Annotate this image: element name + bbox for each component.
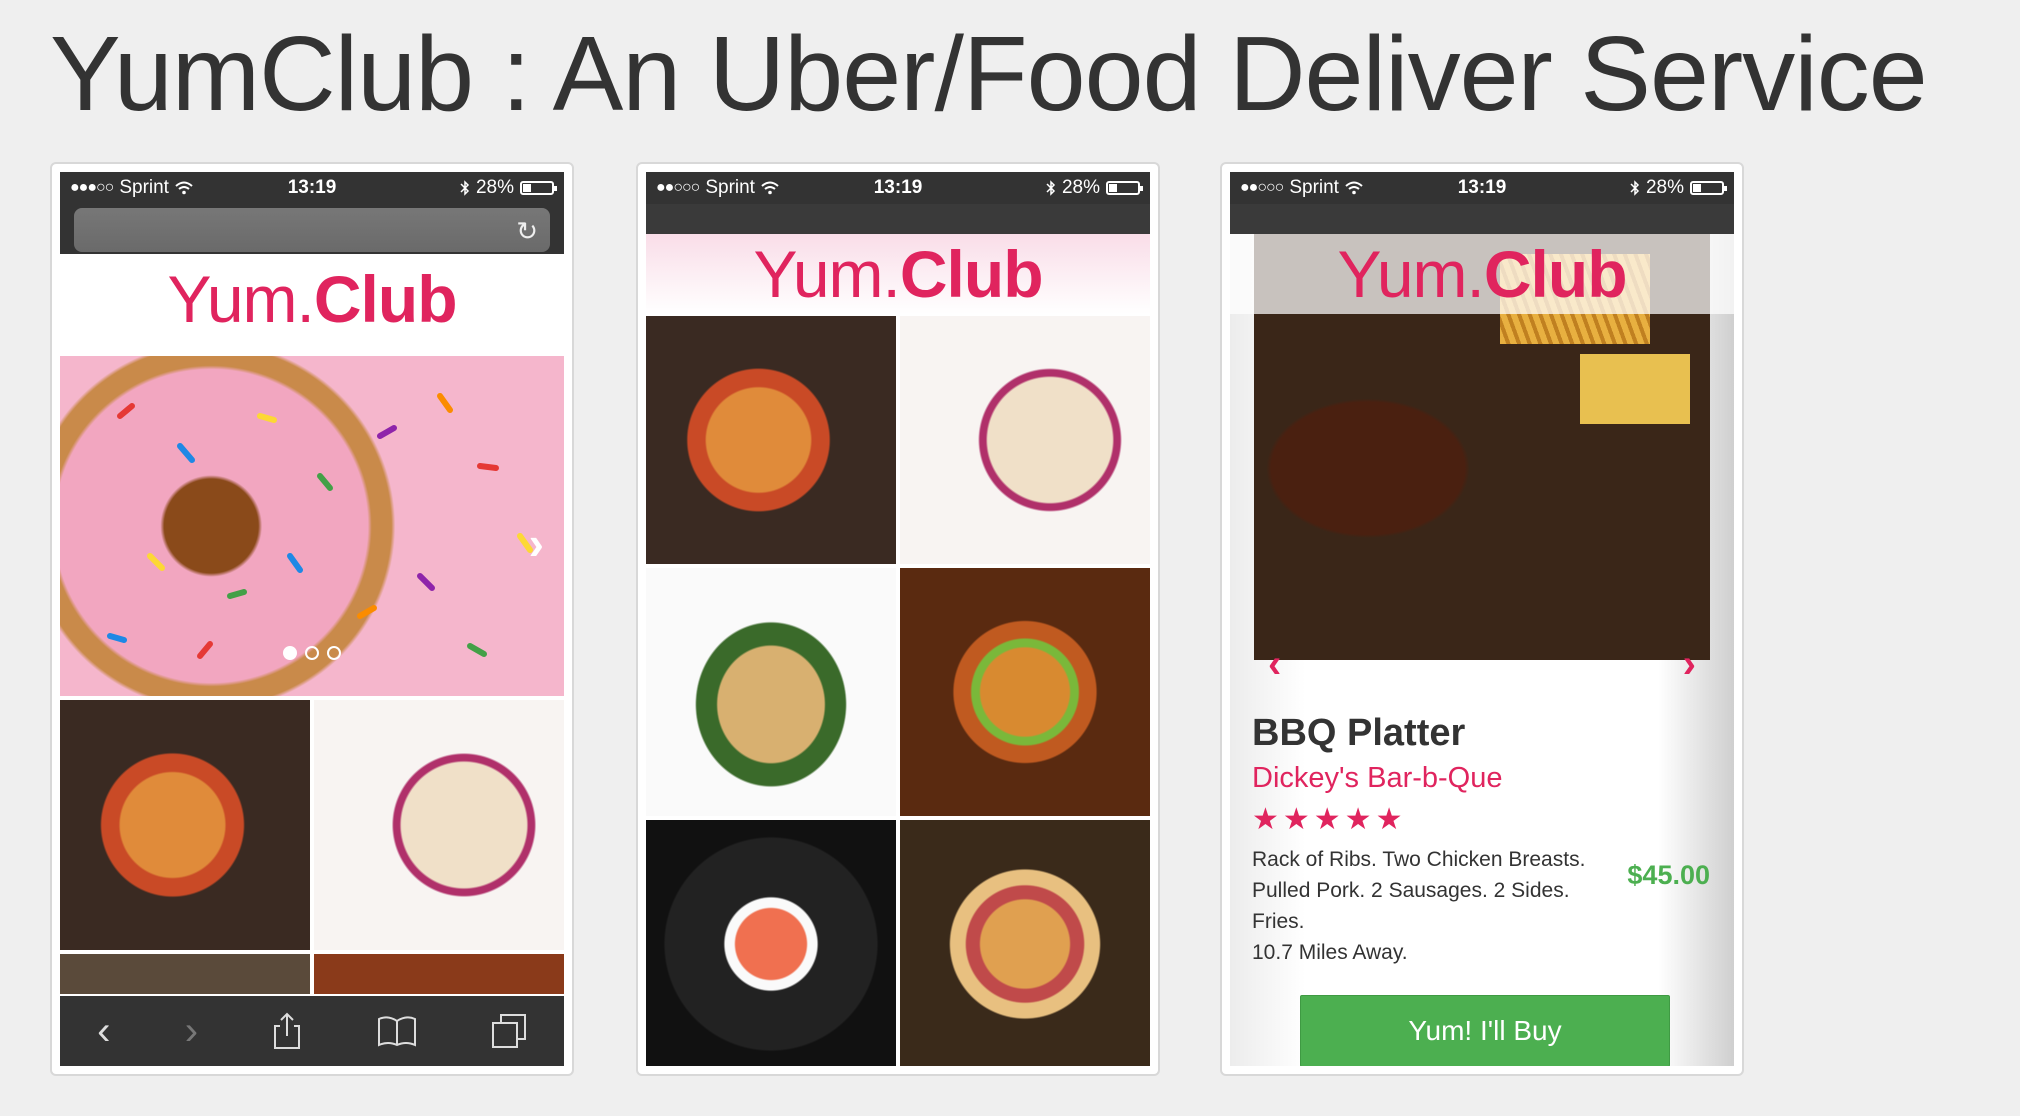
signal-strength: ●●○○○ — [1240, 179, 1284, 196]
product-description: Rack of Ribs. Two Chicken Breasts. Pulle… — [1252, 844, 1585, 968]
sprinkles — [107, 393, 533, 659]
food-tile-partial — [60, 954, 310, 994]
description-line: 10.7 Miles Away. — [1252, 941, 1408, 964]
wifi-icon — [1345, 181, 1363, 195]
bluetooth-icon — [1630, 180, 1640, 196]
carrier: Sprint — [119, 177, 169, 198]
food-tile-burger[interactable] — [900, 568, 1150, 816]
chevron-right-icon[interactable]: › — [1683, 642, 1696, 687]
logo-bold: Club — [1483, 237, 1628, 311]
logo-light: Yum. — [753, 237, 900, 311]
chevron-left-icon[interactable]: ‹ — [1268, 642, 1281, 687]
phone-browser-home: ●●●○○ Sprint 13:19 28% ↻ Yum.Club › ‹ › — [50, 162, 574, 1076]
description-line: Pulled Pork. 2 Sausages. 2 Sides. — [1252, 879, 1570, 902]
forward-icon[interactable]: › — [185, 1009, 198, 1054]
food-tile-pizza[interactable] — [60, 700, 310, 950]
reload-icon[interactable]: ↻ — [516, 216, 538, 247]
screen: ●●○○○ Sprint 13:19 28% Yum.Club — [646, 172, 1150, 1066]
cornbread — [1580, 354, 1690, 424]
price: $45.00 — [1627, 860, 1710, 890]
product-name: BBQ Platter — [1252, 712, 1466, 754]
logo-bold: Club — [899, 237, 1044, 311]
carousel-dot[interactable] — [283, 646, 297, 660]
food-tile-crepes[interactable] — [314, 700, 564, 950]
bluetooth-icon — [460, 180, 470, 196]
header-bar — [1230, 204, 1734, 234]
food-tile-partial — [314, 954, 564, 994]
carousel-dot[interactable] — [305, 646, 319, 660]
header-bar — [646, 204, 1150, 234]
yumclub-logo: Yum.Club — [1230, 234, 1734, 314]
wifi-icon — [761, 181, 779, 195]
signal-strength: ●●●○○ — [70, 179, 114, 196]
restaurant-name[interactable]: Dickey's Bar-b-Que — [1252, 762, 1503, 795]
screen: ●●●○○ Sprint 13:19 28% ↻ Yum.Club › ‹ › — [60, 172, 564, 1066]
status-bar: ●●○○○ Sprint 13:19 28% — [646, 172, 1150, 204]
status-bar: ●●●○○ Sprint 13:19 28% — [60, 172, 564, 204]
bluetooth-icon — [1046, 180, 1056, 196]
share-icon[interactable] — [272, 1012, 302, 1050]
battery-percent: 28% — [1645, 177, 1684, 198]
carrier: Sprint — [705, 177, 755, 198]
wifi-icon — [175, 181, 193, 195]
clock: 13:19 — [873, 177, 923, 198]
buy-button[interactable]: Yum! I'll Buy — [1300, 995, 1670, 1066]
back-icon[interactable]: ‹ — [97, 1009, 110, 1054]
screen: ●●○○○ Sprint 13:19 28% Yum.Club ‹ › BBQ … — [1230, 172, 1734, 1066]
browser-chrome: ↻ — [60, 204, 564, 254]
clock: 13:19 — [1457, 177, 1507, 198]
url-bar[interactable]: ↻ — [74, 208, 550, 252]
description-line: Rack of Ribs. Two Chicken Breasts. — [1252, 848, 1586, 871]
battery-percent: 28% — [1061, 177, 1100, 198]
hero-image-donuts[interactable]: › — [60, 356, 564, 696]
clock: 13:19 — [287, 177, 337, 198]
safari-toolbar: ‹ › — [60, 996, 564, 1066]
description-line: Fries. — [1252, 910, 1305, 933]
phone-product-detail: ●●○○○ Sprint 13:19 28% Yum.Club ‹ › BBQ … — [1220, 162, 1744, 1076]
status-bar: ●●○○○ Sprint 13:19 28% — [1230, 172, 1734, 204]
logo-bold: Club — [313, 262, 458, 336]
logo-light: Yum. — [1337, 237, 1484, 311]
battery-percent: 28% — [475, 177, 514, 198]
carousel-dots — [283, 646, 341, 660]
battery-icon — [1690, 181, 1727, 195]
tabs-icon[interactable] — [491, 1013, 527, 1049]
yumclub-logo: Yum.Club — [60, 266, 564, 344]
chevron-right-icon[interactable]: › — [529, 516, 544, 570]
food-tile-crepes[interactable] — [900, 316, 1150, 564]
signal-strength: ●●○○○ — [656, 179, 700, 196]
carousel-dot[interactable] — [327, 646, 341, 660]
logo-light: Yum. — [167, 262, 314, 336]
slide-title: YumClub : An Uber/Food Deliver Service — [50, 15, 1928, 133]
battery-icon — [520, 181, 557, 195]
food-tile-tacos[interactable] — [646, 568, 896, 816]
bookmarks-icon[interactable] — [377, 1015, 417, 1047]
food-tile-sandwich[interactable] — [900, 820, 1150, 1066]
food-tile-pizza[interactable] — [646, 316, 896, 564]
yumclub-logo: Yum.Club — [646, 234, 1150, 314]
rating-stars: ★★★★★ — [1252, 803, 1407, 836]
battery-icon — [1106, 181, 1143, 195]
phone-app-grid: ●●○○○ Sprint 13:19 28% Yum.Club — [636, 162, 1160, 1076]
food-tile-sushi[interactable] — [646, 820, 896, 1066]
carrier: Sprint — [1289, 177, 1339, 198]
